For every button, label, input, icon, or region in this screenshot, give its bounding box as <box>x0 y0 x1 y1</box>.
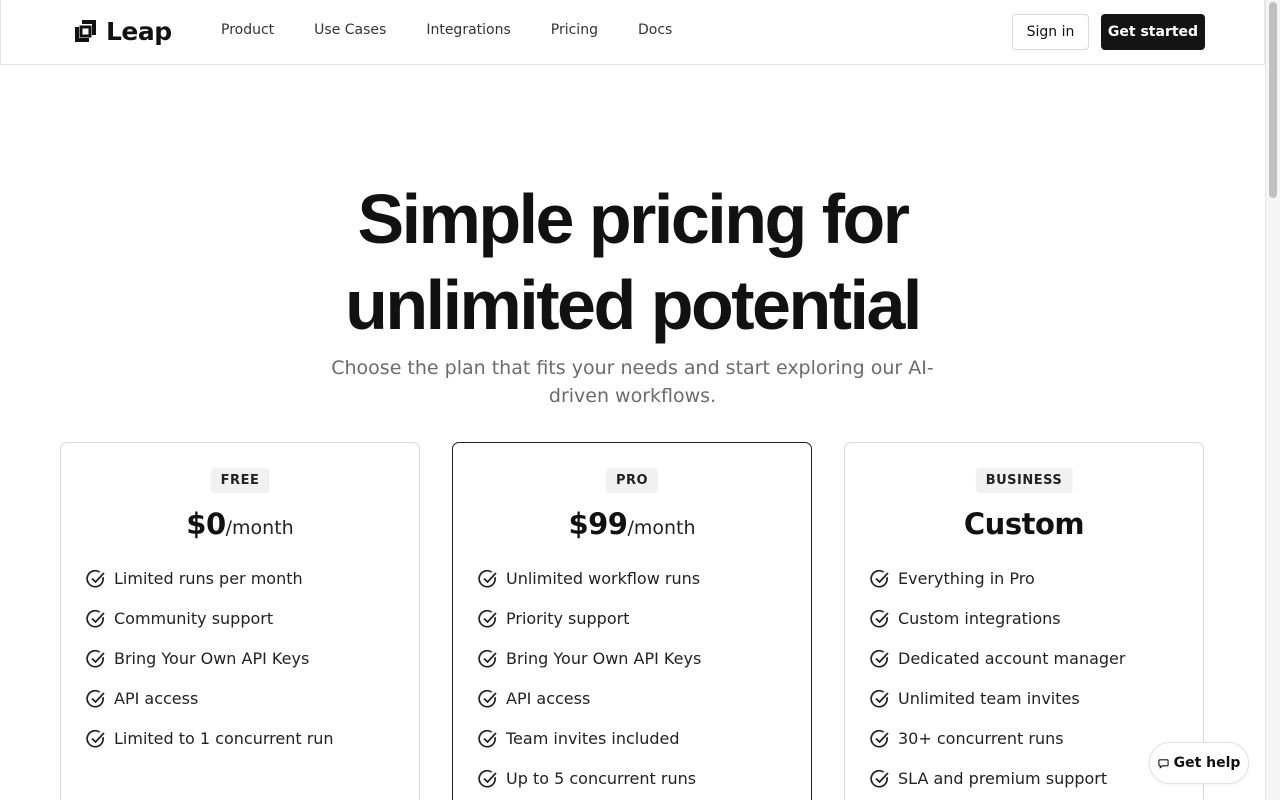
check-circle-icon <box>86 729 105 748</box>
check-circle-icon <box>478 609 497 628</box>
nav-use-cases[interactable]: Use Cases <box>314 22 386 38</box>
feature-text: API access <box>114 689 199 708</box>
feature-list: Everything in Pro Custom integrations De… <box>870 569 1125 800</box>
check-circle-icon <box>478 729 497 748</box>
nav-integrations[interactable]: Integrations <box>426 22 510 38</box>
check-circle-icon <box>870 689 889 708</box>
check-circle-icon <box>478 769 497 788</box>
plan-card-free: FREE $0/month Limited runs per month Com… <box>60 442 420 800</box>
feature-item: Up to 5 concurrent runs <box>478 769 701 800</box>
plan-price: $99/month <box>453 507 811 541</box>
brand-name: Leap <box>106 16 172 46</box>
feature-item: Everything in Pro <box>870 569 1125 609</box>
scrollbar-thumb[interactable] <box>1269 2 1277 198</box>
get-help-button[interactable]: Get help <box>1149 742 1249 784</box>
price-amount: $0 <box>186 507 226 541</box>
price-amount: $99 <box>568 507 628 541</box>
feature-item: Dedicated account manager <box>870 649 1125 689</box>
check-circle-icon <box>870 609 889 628</box>
feature-text: Bring Your Own API Keys <box>114 649 310 668</box>
sign-in-button[interactable]: Sign in <box>1012 14 1089 50</box>
plan-badge: BUSINESS <box>975 468 1073 493</box>
feature-text: Community support <box>114 609 274 628</box>
feature-text: Up to 5 concurrent runs <box>506 769 697 788</box>
feature-text: Unlimited workflow runs <box>506 569 701 588</box>
feature-item: Custom integrations <box>870 609 1125 649</box>
check-circle-icon <box>86 609 105 628</box>
feature-item: Limited runs per month <box>86 569 334 609</box>
feature-item: SLA and premium support <box>870 769 1125 800</box>
plan-price: Custom <box>845 507 1203 541</box>
feature-item: Unlimited workflow runs <box>478 569 701 609</box>
feature-text: API access <box>506 689 591 708</box>
feature-item: Bring Your Own API Keys <box>478 649 701 689</box>
check-circle-icon <box>86 569 105 588</box>
feature-item: Unlimited team invites <box>870 689 1125 729</box>
check-circle-icon <box>478 689 497 708</box>
check-circle-icon <box>870 769 889 788</box>
feature-item: 30+ concurrent runs <box>870 729 1125 769</box>
page-title: Simple pricing for unlimited potential <box>0 176 1265 348</box>
feature-text: Custom integrations <box>898 609 1061 628</box>
plan-badge: PRO <box>605 468 659 493</box>
page-subtitle: Choose the plan that fits your needs and… <box>331 357 934 407</box>
feature-item: API access <box>478 689 701 729</box>
check-circle-icon <box>870 729 889 748</box>
feature-item: Bring Your Own API Keys <box>86 649 334 689</box>
plan-card-business: BUSINESS Custom Everything in Pro Custom… <box>844 442 1204 800</box>
brand-logo[interactable]: Leap <box>73 16 172 46</box>
feature-list: Limited runs per month Community support… <box>86 569 334 769</box>
feature-text: Priority support <box>506 609 630 628</box>
feature-text: SLA and premium support <box>898 769 1108 788</box>
check-circle-icon <box>870 569 889 588</box>
feature-text: Team invites included <box>506 729 680 748</box>
price-unit: /month <box>627 517 696 539</box>
feature-item: API access <box>86 689 334 729</box>
price-amount: Custom <box>963 507 1085 541</box>
title-line-2: unlimited potential <box>345 266 922 344</box>
title-line-1: Simple pricing for <box>357 180 910 258</box>
plan-card-pro: PRO $99/month Unlimited workflow runs Pr… <box>452 442 812 800</box>
feature-item: Priority support <box>478 609 701 649</box>
check-circle-icon <box>478 569 497 588</box>
feature-text: Limited runs per month <box>114 569 303 588</box>
get-started-button[interactable]: Get started <box>1101 14 1205 50</box>
price-unit: /month <box>225 517 294 539</box>
feature-text: Limited to 1 concurrent run <box>114 729 334 748</box>
check-circle-icon <box>478 649 497 668</box>
feature-text: Everything in Pro <box>898 569 1035 588</box>
check-circle-icon <box>86 649 105 668</box>
chat-bubble-icon <box>1157 758 1169 769</box>
nav-product[interactable]: Product <box>221 22 274 38</box>
feature-text: Bring Your Own API Keys <box>506 649 702 668</box>
page-scrollbar[interactable] <box>1265 0 1280 800</box>
plan-price: $0/month <box>61 507 419 541</box>
feature-list: Unlimited workflow runs Priority support… <box>478 569 701 800</box>
plan-badge: FREE <box>210 468 270 493</box>
leap-logo-icon <box>75 20 96 42</box>
site-header: Leap Product Use Cases Integrations Pric… <box>0 0 1265 65</box>
feature-item: Community support <box>86 609 334 649</box>
feature-item: Team invites included <box>478 729 701 769</box>
main-nav: Product Use Cases Integrations Pricing D… <box>221 22 712 38</box>
feature-text: 30+ concurrent runs <box>898 729 1064 748</box>
check-circle-icon <box>870 649 889 668</box>
get-help-label: Get help <box>1173 755 1241 771</box>
feature-item: Limited to 1 concurrent run <box>86 729 334 769</box>
nav-pricing[interactable]: Pricing <box>551 22 598 38</box>
nav-docs[interactable]: Docs <box>638 22 672 38</box>
feature-text: Dedicated account manager <box>898 649 1126 668</box>
check-circle-icon <box>86 689 105 708</box>
feature-text: Unlimited team invites <box>898 689 1080 708</box>
